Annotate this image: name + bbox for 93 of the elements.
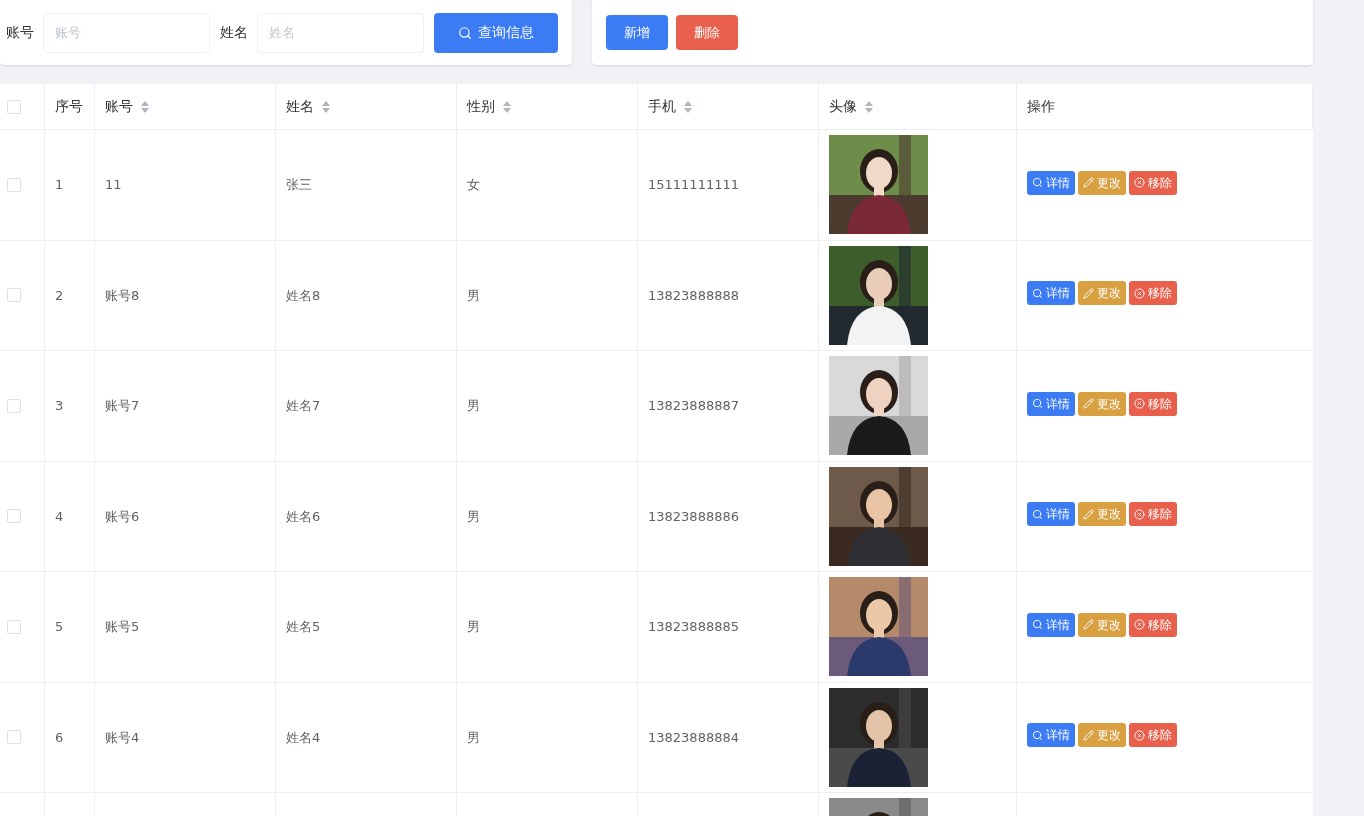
table-cell-text: 姓名4 <box>286 728 321 747</box>
sort-icon[interactable] <box>684 100 692 113</box>
table-cell-text: 账号8 <box>105 286 140 305</box>
column-header: 账号 <box>105 97 133 116</box>
sort-icon[interactable] <box>503 100 511 113</box>
table-cell-text: 男 <box>467 618 480 636</box>
circle-x-icon <box>1134 398 1145 410</box>
table-cell-text: 3 <box>55 397 64 415</box>
search-icon <box>1032 177 1043 189</box>
table-cell-text: 6 <box>55 728 64 747</box>
checkbox[interactable] <box>7 509 21 524</box>
row-action-button[interactable]: 详情 <box>1027 612 1075 637</box>
field-label: 账号 <box>6 23 34 42</box>
search-field[interactable]: 账号 <box>43 12 210 53</box>
row-action-button[interactable]: 移除 <box>1129 723 1177 748</box>
search-field[interactable]: 姓名 <box>257 12 424 53</box>
checkbox[interactable] <box>7 398 21 413</box>
table-cell-text: 13823888884 <box>648 728 739 747</box>
row-action-button[interactable]: 详情 <box>1027 723 1075 748</box>
field-label: 姓名 <box>220 23 248 42</box>
checkbox[interactable] <box>7 619 21 634</box>
row-action-button[interactable]: 移除 <box>1129 612 1177 637</box>
sort-icon[interactable] <box>322 100 330 113</box>
search-icon <box>1032 729 1043 741</box>
circle-x-icon <box>1134 729 1145 741</box>
pencil-icon <box>1083 287 1094 299</box>
table-cell-text: 张三 <box>286 176 312 194</box>
circle-x-icon <box>1134 177 1145 189</box>
table-cell-text: 男 <box>467 507 480 526</box>
table-cell-text: 账号6 <box>105 507 140 526</box>
table-cell-text: 13823888887 <box>648 397 739 415</box>
search-icon <box>458 25 472 40</box>
table-cell-text: 15111111111 <box>648 176 739 194</box>
row-action-button[interactable]: 更改 <box>1078 723 1126 748</box>
table-cell-text: 姓名8 <box>286 286 321 305</box>
row-action-button[interactable]: 移除 <box>1129 391 1177 416</box>
search-icon <box>1032 287 1043 299</box>
row-action-button[interactable]: 更改 <box>1078 391 1126 416</box>
table-cell-text: 账号7 <box>105 397 140 415</box>
row-action-button[interactable]: 移除 <box>1129 170 1177 195</box>
circle-x-icon <box>1134 619 1145 631</box>
table-cell-text: 账号4 <box>105 728 140 747</box>
table-cell-text: 4 <box>55 507 64 526</box>
circle-x-icon <box>1134 508 1145 520</box>
table-cell-text: 男 <box>467 286 480 305</box>
pencil-icon <box>1083 398 1094 410</box>
table-cell-text: 1 <box>55 176 64 194</box>
row-action-button[interactable]: 更改 <box>1078 281 1126 306</box>
search-icon <box>1032 508 1043 520</box>
column-header: 性别 <box>467 97 495 116</box>
table-cell-text: 账号5 <box>105 618 140 636</box>
sort-icon[interactable] <box>141 100 149 113</box>
column-header: 手机 <box>648 97 676 116</box>
checkbox[interactable] <box>7 288 21 303</box>
pencil-icon <box>1083 619 1094 631</box>
column-header: 操作 <box>1027 97 1055 116</box>
table-cell-text: 13823888886 <box>648 507 739 526</box>
row-action-button[interactable]: 详情 <box>1027 391 1075 416</box>
row-action-button[interactable]: 详情 <box>1027 170 1075 195</box>
checkbox[interactable] <box>7 177 21 192</box>
table-cell-text: 男 <box>467 397 480 415</box>
table-cell-text: 姓名7 <box>286 397 321 415</box>
row-action-button[interactable]: 移除 <box>1129 502 1177 527</box>
table-cell-text: 2 <box>55 286 64 305</box>
table-cell-text: 13823888888 <box>648 286 739 305</box>
row-action-button[interactable]: 更改 <box>1078 612 1126 637</box>
row-action-button[interactable]: 更改 <box>1078 502 1126 527</box>
table-cell-text: 5 <box>55 618 64 636</box>
row-action-button[interactable]: 更改 <box>1078 170 1126 195</box>
action-button[interactable]: 删除 <box>676 15 738 50</box>
pencil-icon <box>1083 508 1094 520</box>
row-action-button[interactable]: 详情 <box>1027 502 1075 527</box>
column-header: 姓名 <box>286 97 314 116</box>
pencil-icon <box>1083 177 1094 189</box>
checkbox[interactable] <box>7 99 21 114</box>
table-cell-text: 13823888885 <box>648 618 739 636</box>
sort-icon[interactable] <box>865 100 873 113</box>
column-header: 序号 <box>55 97 83 116</box>
table-cell-text: 男 <box>467 728 480 747</box>
circle-x-icon <box>1134 287 1145 299</box>
row-action-button[interactable]: 移除 <box>1129 281 1177 306</box>
checkbox[interactable] <box>7 730 21 745</box>
search-icon <box>1032 619 1043 631</box>
search-icon <box>1032 398 1043 410</box>
table-cell-text: 姓名6 <box>286 507 321 526</box>
search-button[interactable]: 查询信息 <box>434 12 558 53</box>
table-cell-text: 女 <box>467 176 480 194</box>
table-cell-text: 姓名5 <box>286 618 321 636</box>
table-cell-text: 11 <box>105 176 122 194</box>
row-action-button[interactable]: 详情 <box>1027 281 1075 306</box>
pencil-icon <box>1083 729 1094 741</box>
action-button[interactable]: 新增 <box>606 15 668 50</box>
column-header: 头像 <box>829 97 857 116</box>
